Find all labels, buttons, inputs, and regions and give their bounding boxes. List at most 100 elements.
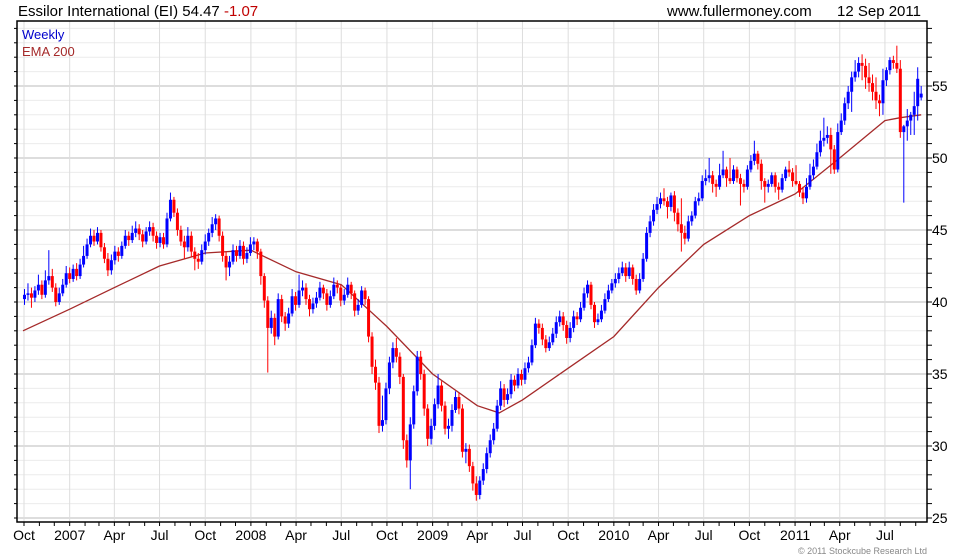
candle-body <box>50 276 54 288</box>
candle <box>728 158 732 184</box>
candle-body <box>881 80 885 104</box>
candle <box>43 270 47 298</box>
candle-body <box>429 425 433 439</box>
candle <box>808 163 812 190</box>
candle <box>269 310 273 334</box>
candle <box>867 62 871 92</box>
candle <box>506 388 510 405</box>
candle <box>342 289 346 305</box>
candle-body <box>731 169 735 182</box>
ema-200-line <box>22 114 922 414</box>
candle-body <box>516 374 520 386</box>
candle-body <box>162 237 166 245</box>
candle-body <box>168 199 172 219</box>
candle <box>162 232 166 249</box>
candle <box>575 312 579 326</box>
candle <box>488 434 492 458</box>
candle-body <box>200 250 204 262</box>
candle-body <box>224 255 228 268</box>
candle <box>627 261 631 279</box>
candle-body <box>419 356 423 374</box>
candle-body <box>123 235 127 246</box>
candle-body <box>116 251 120 256</box>
candle-body <box>384 388 388 421</box>
candle <box>380 395 384 432</box>
candle-body <box>47 276 51 281</box>
x-tick-label: Oct <box>557 527 579 543</box>
plot-frame <box>16 20 928 523</box>
candle-body <box>398 356 402 377</box>
candle <box>33 286 37 302</box>
candle-body <box>203 241 207 251</box>
candle-body <box>648 221 652 233</box>
candle-body <box>707 175 711 179</box>
candle <box>130 225 134 243</box>
candle-body <box>113 251 117 261</box>
candle <box>290 289 294 317</box>
candle-body <box>818 140 822 153</box>
candle <box>321 284 325 300</box>
x-tick-label: Apr <box>466 527 488 543</box>
candle-body <box>860 62 864 66</box>
candle <box>217 215 221 242</box>
candle <box>544 335 548 353</box>
candle-body <box>728 178 732 182</box>
candle <box>770 172 774 187</box>
title-text: Essilor International (EI) 54.47 <box>18 3 220 20</box>
candle <box>353 290 357 317</box>
candle-body <box>884 70 888 81</box>
candle-body <box>241 245 245 259</box>
candle-body <box>165 218 169 245</box>
candle <box>592 302 596 328</box>
candle-body <box>130 232 134 241</box>
candle-body <box>693 201 697 216</box>
candle <box>659 192 663 209</box>
candle-body <box>405 440 409 461</box>
candle-body <box>433 404 437 426</box>
candle-body <box>311 303 315 310</box>
candle-body <box>259 251 263 277</box>
candle-body <box>568 327 572 338</box>
candle <box>811 159 815 180</box>
candle <box>307 294 311 317</box>
candle <box>641 253 645 282</box>
candle <box>457 392 461 415</box>
candle-body <box>627 267 631 277</box>
candle <box>127 231 131 246</box>
candle-body <box>363 290 367 300</box>
candle-body <box>617 273 621 279</box>
candle <box>898 60 902 138</box>
candle-body <box>148 227 152 232</box>
candle <box>881 68 885 115</box>
candle <box>759 159 763 190</box>
candle <box>231 244 235 265</box>
candle-body <box>773 175 777 187</box>
candle <box>756 150 760 170</box>
candle <box>280 294 284 323</box>
candle <box>798 181 802 197</box>
candle <box>419 350 423 380</box>
candle-body <box>811 166 815 176</box>
candle-body <box>304 287 308 300</box>
candle-body <box>509 379 513 395</box>
candle-body <box>634 278 638 291</box>
candle-body <box>711 175 715 184</box>
candle-body <box>387 362 391 389</box>
candle <box>481 463 485 485</box>
candle <box>255 238 259 259</box>
candle <box>460 404 464 458</box>
candle-body <box>864 65 868 78</box>
candle <box>773 172 777 193</box>
candle <box>50 268 54 292</box>
candle <box>252 237 256 251</box>
candle-body <box>676 212 680 225</box>
candle <box>276 293 280 340</box>
candle <box>485 447 489 474</box>
candle-body <box>228 261 232 268</box>
candle <box>634 274 638 295</box>
candle-body <box>269 317 273 328</box>
candle <box>815 143 819 170</box>
candle <box>102 242 106 264</box>
x-tick-label: 2007 <box>54 527 85 543</box>
candle <box>311 297 315 314</box>
